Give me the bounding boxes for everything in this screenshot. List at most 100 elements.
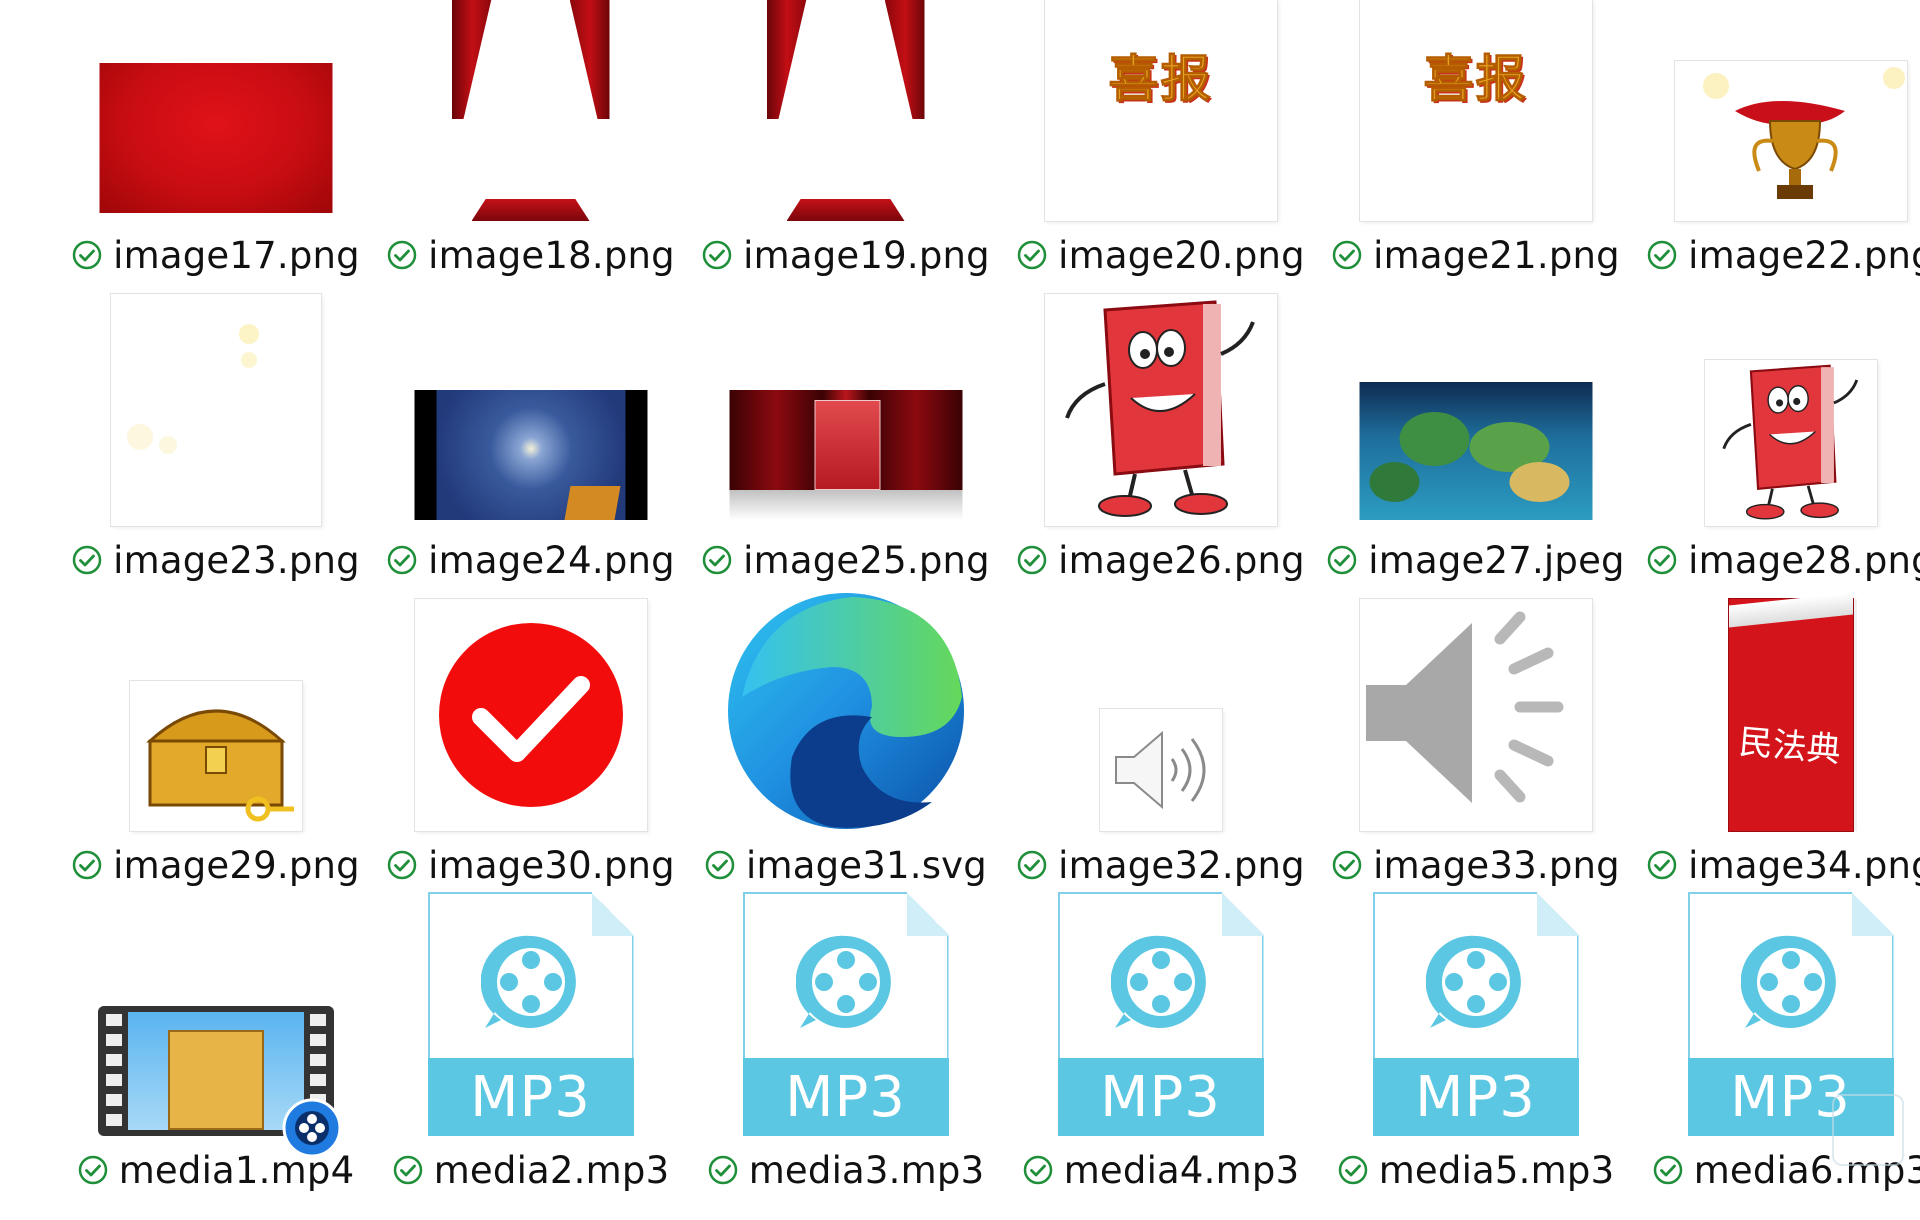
file-label: image27.jpeg bbox=[1318, 536, 1633, 584]
file-item[interactable]: image33.png bbox=[1318, 599, 1633, 915]
file-label: image24.png bbox=[373, 536, 688, 584]
sync-complete-icon bbox=[1017, 240, 1047, 270]
sync-complete-icon bbox=[1023, 1155, 1052, 1185]
red-background-thumbnail bbox=[99, 63, 332, 213]
sync-complete-icon bbox=[72, 240, 102, 270]
banner-text: 喜报 bbox=[1108, 50, 1213, 109]
trophy-icon bbox=[1734, 101, 1845, 199]
file-item[interactable]: image23.png bbox=[58, 294, 373, 610]
file-name[interactable]: image25.png bbox=[743, 539, 990, 582]
file-label: image33.png bbox=[1318, 841, 1633, 889]
file-item[interactable]: 民法典 image34.png bbox=[1633, 592, 1920, 915]
file-item[interactable]: image22.png bbox=[1633, 0, 1920, 305]
mp3-file-icon: MP3 bbox=[1372, 892, 1579, 1136]
file-label: media3.mp3 bbox=[688, 1146, 1003, 1194]
file-label: image17.png bbox=[58, 231, 373, 279]
sync-complete-icon bbox=[1332, 240, 1362, 270]
file-item[interactable]: image24.png bbox=[373, 305, 688, 610]
file-name[interactable]: image26.png bbox=[1058, 539, 1305, 582]
sync-complete-icon bbox=[78, 1155, 107, 1185]
book-mascot-icon bbox=[1064, 300, 1255, 517]
file-name[interactable]: image18.png bbox=[428, 234, 675, 277]
file-label: image32.png bbox=[1003, 841, 1318, 889]
file-item[interactable]: image25.png bbox=[688, 305, 1003, 610]
file-name[interactable]: image23.png bbox=[113, 539, 360, 582]
speaker-gray-thumbnail bbox=[1359, 599, 1592, 831]
file-item[interactable]: image29.png bbox=[58, 610, 373, 915]
file-grid: image17.png image18.png image19.png 喜报 i… bbox=[58, 0, 1920, 1220]
file-item[interactable]: image31.svg bbox=[688, 593, 1003, 915]
edge-logo-icon bbox=[727, 593, 964, 829]
file-item[interactable]: 喜报 image20.png bbox=[1003, 0, 1318, 305]
sync-complete-icon bbox=[1338, 1155, 1367, 1185]
file-name[interactable]: media3.mp3 bbox=[749, 1149, 985, 1192]
curtain-stage-thumbnail bbox=[766, 0, 925, 221]
file-name[interactable]: media1.mp4 bbox=[119, 1149, 355, 1192]
file-type-label: MP3 bbox=[742, 1058, 949, 1136]
file-item[interactable]: image17.png bbox=[58, 0, 373, 305]
file-label: image31.svg bbox=[688, 841, 1003, 889]
file-type-label: MP3 bbox=[427, 1058, 634, 1136]
file-name[interactable]: image30.png bbox=[428, 844, 675, 887]
file-name[interactable]: media4.mp3 bbox=[1064, 1149, 1300, 1192]
xibao-banner-thumbnail: 喜报 bbox=[1044, 0, 1277, 221]
sync-complete-icon bbox=[387, 545, 417, 575]
file-item[interactable]: image26.png bbox=[1003, 294, 1318, 610]
file-item[interactable]: MP3 media6.mp3 bbox=[1633, 892, 1920, 1220]
file-item[interactable]: MP3 media2.mp3 bbox=[373, 892, 688, 1220]
file-name[interactable]: image29.png bbox=[113, 844, 360, 887]
island-map-thumbnail bbox=[1359, 382, 1592, 520]
book-mascot-icon bbox=[1721, 364, 1858, 520]
file-label: image22.png bbox=[1633, 231, 1920, 279]
file-type-label: MP3 bbox=[1057, 1058, 1264, 1136]
bokeh-thumbnail bbox=[110, 294, 321, 526]
file-label: media4.mp3 bbox=[1003, 1146, 1318, 1194]
file-item[interactable]: media1.mp4 bbox=[58, 915, 373, 1220]
file-item[interactable]: image27.jpeg bbox=[1318, 305, 1633, 610]
space-thumbnail bbox=[414, 390, 647, 520]
curtain-stage-thumbnail bbox=[451, 0, 610, 221]
file-label: image26.png bbox=[1003, 536, 1318, 584]
file-label: image30.png bbox=[373, 841, 688, 889]
file-name[interactable]: image21.png bbox=[1373, 234, 1620, 277]
sync-complete-icon bbox=[1017, 545, 1047, 575]
file-item[interactable]: image30.png bbox=[373, 599, 688, 915]
file-name[interactable]: media5.mp3 bbox=[1379, 1149, 1615, 1192]
sync-complete-icon bbox=[1647, 850, 1677, 880]
file-item[interactable]: image28.png bbox=[1633, 305, 1920, 610]
file-label: image25.png bbox=[688, 536, 1003, 584]
red-book-mascot-thumbnail bbox=[1044, 294, 1277, 526]
file-name[interactable]: image17.png bbox=[113, 234, 360, 277]
xibao-banner-thumbnail: 喜报 bbox=[1359, 0, 1592, 221]
file-label: media2.mp3 bbox=[373, 1146, 688, 1194]
file-name[interactable]: image27.jpeg bbox=[1368, 539, 1625, 582]
file-item[interactable]: MP3 media4.mp3 bbox=[1003, 892, 1318, 1220]
civil-code-book-thumbnail: 民法典 bbox=[1728, 592, 1853, 831]
file-name[interactable]: image19.png bbox=[743, 234, 990, 277]
sync-complete-icon bbox=[1327, 545, 1357, 575]
file-name[interactable]: image28.png bbox=[1688, 539, 1920, 582]
file-item[interactable]: image32.png bbox=[1003, 610, 1318, 915]
file-item[interactable]: image19.png bbox=[688, 0, 1003, 305]
speaker-icon bbox=[1365, 611, 1563, 803]
file-item[interactable]: 喜报 image21.png bbox=[1318, 0, 1633, 305]
sync-complete-icon bbox=[708, 1155, 737, 1185]
trophy-thumbnail bbox=[1674, 61, 1907, 221]
file-item[interactable]: image18.png bbox=[373, 0, 688, 305]
treasure-chest-thumbnail bbox=[129, 681, 302, 831]
file-name[interactable]: media2.mp3 bbox=[434, 1149, 670, 1192]
file-name[interactable]: image31.svg bbox=[746, 844, 987, 887]
file-name[interactable]: image32.png bbox=[1058, 844, 1305, 887]
file-label: image18.png bbox=[373, 231, 688, 279]
stage-book-thumbnail bbox=[729, 390, 962, 520]
file-item[interactable]: MP3 media5.mp3 bbox=[1318, 892, 1633, 1220]
file-name[interactable]: image33.png bbox=[1373, 844, 1620, 887]
mp3-file-icon: MP3 bbox=[1057, 892, 1264, 1136]
file-name[interactable]: image20.png bbox=[1058, 234, 1305, 277]
speaker-icon bbox=[1114, 730, 1205, 810]
file-item[interactable]: MP3 media3.mp3 bbox=[688, 892, 1003, 1220]
speaker-outline-thumbnail bbox=[1099, 709, 1222, 831]
file-name[interactable]: image22.png bbox=[1688, 234, 1920, 277]
file-name[interactable]: image34.png bbox=[1688, 844, 1920, 887]
file-name[interactable]: image24.png bbox=[428, 539, 675, 582]
